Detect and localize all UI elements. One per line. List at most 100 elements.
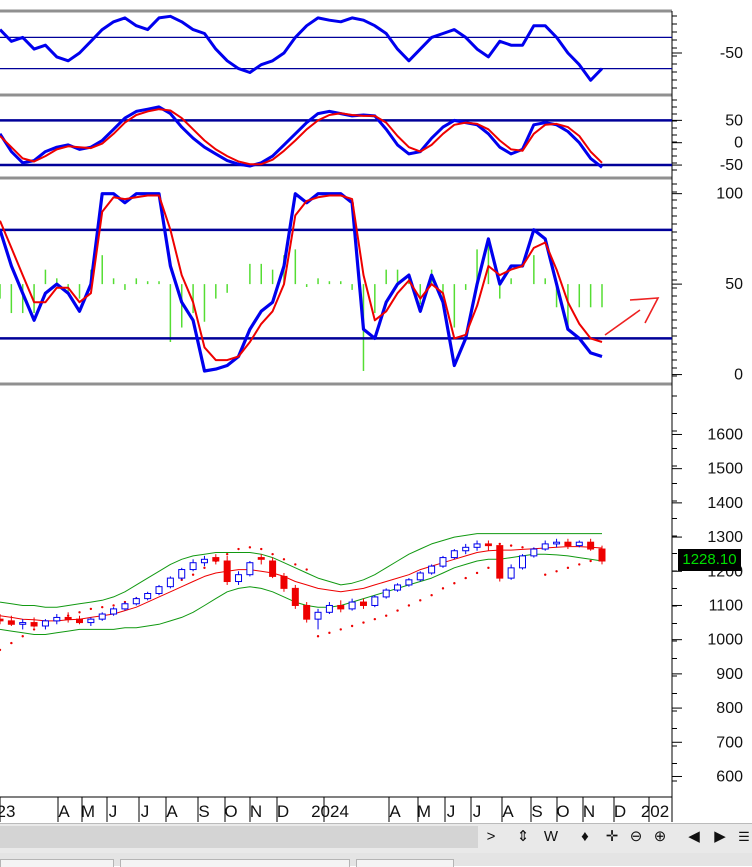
stochastic-axis-tick-label: 50 (725, 276, 743, 293)
sar-dot (248, 546, 252, 549)
sar-dot (419, 599, 422, 602)
candle-body (110, 608, 118, 615)
x-axis-label: N (250, 802, 262, 821)
price-axis-tick-label: 800 (716, 700, 743, 717)
candle-body (7, 620, 15, 625)
price-axis-tick-label: 1300 (707, 529, 743, 546)
refresh-icon[interactable]: ⇕ (513, 826, 533, 848)
sar-dot (578, 563, 581, 566)
candle-body (98, 613, 106, 620)
price-axis-tick-label: 700 (716, 734, 743, 751)
candle-body (473, 543, 481, 548)
sar-dot (10, 641, 13, 645)
sar-dot (487, 566, 490, 570)
candle-body (144, 593, 152, 600)
x-axis-label: D (277, 802, 289, 821)
candle-body (155, 586, 163, 595)
x-axis-label: A (58, 802, 70, 821)
sar-dot (89, 607, 93, 611)
candle-body (178, 569, 186, 579)
sar-dot (328, 631, 331, 635)
oscillator-2-axis-tick-label: 50 (725, 112, 743, 129)
sar-dot (555, 570, 558, 573)
sar-dot (203, 566, 206, 570)
candle-body (371, 596, 379, 606)
candle-body (269, 560, 277, 577)
sar-dot (191, 573, 195, 576)
candle-body (53, 616, 61, 622)
candle-body (382, 589, 390, 598)
oscillator-2-axis-tick-label: 0 (734, 135, 743, 152)
candle-body (280, 575, 288, 589)
candle-body (587, 541, 595, 550)
sar-dot (339, 628, 342, 631)
candle-body (416, 572, 424, 581)
previous-icon[interactable]: ◀ (684, 826, 704, 848)
x-axis-label: J (447, 802, 456, 821)
sar-dot (589, 559, 592, 563)
candle-body (428, 565, 436, 574)
candle-body (553, 541, 561, 545)
sar-dot (396, 609, 399, 612)
price-axis-tick-label: 1500 (707, 461, 743, 478)
move-icon[interactable]: ♦ (575, 826, 595, 848)
horizontal-scrollbar[interactable] (0, 826, 478, 848)
x-axis-label: A (389, 802, 401, 821)
price-axis-tick-label: 1600 (707, 426, 743, 443)
chart-canvas: -50 500-50 100500 1600150014001300120011… (0, 0, 752, 866)
price-axis-tick-label: 900 (716, 666, 743, 683)
candle-body (496, 545, 504, 579)
x-axis-label: O (556, 802, 569, 821)
stochastic-axis-tick-label: 0 (734, 367, 743, 384)
crosshair-icon[interactable]: ✛ (602, 826, 622, 848)
candle-body (507, 567, 515, 579)
candle-body (0, 618, 4, 622)
period-button[interactable]: W (540, 826, 562, 848)
candle-body (314, 611, 322, 620)
candle-body (64, 616, 72, 620)
candle-body (462, 546, 470, 552)
candle-body (530, 548, 538, 557)
oscillator-1-axis-tick-label: -50 (720, 45, 743, 62)
x-axis-label: M (81, 802, 95, 821)
sar-dot (509, 544, 513, 547)
candle-body (212, 557, 220, 562)
sar-dot (441, 587, 445, 590)
x-axis-label: 23 (0, 802, 15, 821)
sar-dot (566, 566, 570, 570)
candle-body (132, 598, 140, 605)
zoom-out-icon[interactable]: ⊖ (626, 826, 646, 848)
x-axis-label: S (198, 802, 209, 821)
sar-dot (101, 605, 104, 609)
candle-body (235, 574, 243, 583)
sar-dot (112, 604, 115, 607)
candle-body (564, 541, 572, 547)
x-axis-label: O (224, 802, 237, 821)
menu-icon[interactable]: ☰ (736, 826, 752, 848)
sar-dot (237, 547, 240, 551)
candle-body (76, 618, 84, 624)
candle-body (291, 587, 299, 606)
candle-body (337, 604, 345, 610)
candle-body (121, 603, 129, 610)
x-axis-label: J (141, 802, 150, 821)
scroll-right-button[interactable]: > (480, 826, 502, 848)
sar-dot (305, 568, 308, 571)
sar-dot (430, 594, 433, 597)
sar-dot (373, 617, 377, 621)
candle-body (325, 604, 333, 613)
candle-body (87, 618, 95, 624)
sar-dot (271, 552, 274, 556)
sar-dot (21, 635, 24, 638)
price-axis-tick-label: 1100 (709, 597, 744, 614)
candle-body (246, 562, 254, 576)
candle-body (303, 604, 311, 620)
sar-dot (521, 546, 524, 549)
x-axis-label: A (502, 802, 514, 821)
zoom-in-icon[interactable]: ⊕ (650, 826, 670, 848)
x-axis-label: N (583, 802, 595, 821)
next-icon[interactable]: ▶ (710, 826, 730, 848)
sar-dot (384, 614, 388, 617)
candle-body (223, 560, 231, 583)
sar-dot (453, 582, 456, 585)
